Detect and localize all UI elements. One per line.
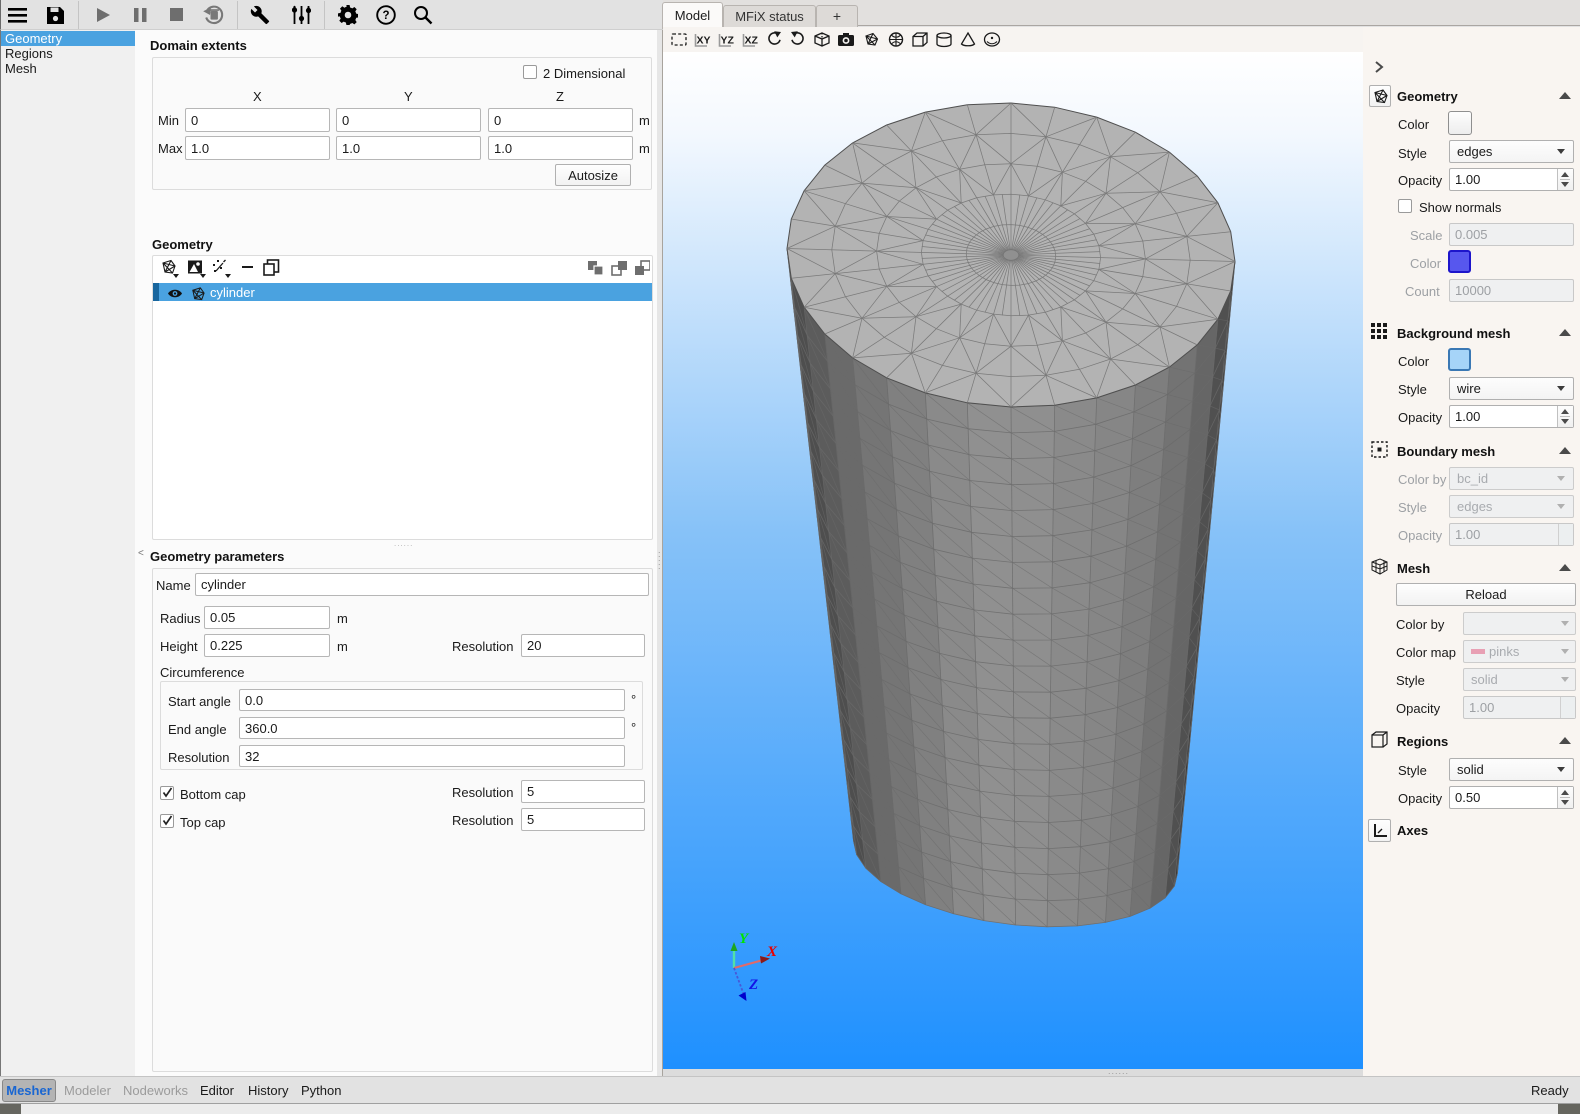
- svg-text:?: ?: [382, 10, 389, 22]
- svg-text:Z: Z: [748, 977, 758, 993]
- svg-text:XZ: XZ: [745, 35, 759, 47]
- svg-text:X: X: [766, 944, 778, 960]
- svg-text:YZ: YZ: [721, 35, 735, 47]
- svg-text:XY: XY: [697, 35, 711, 47]
